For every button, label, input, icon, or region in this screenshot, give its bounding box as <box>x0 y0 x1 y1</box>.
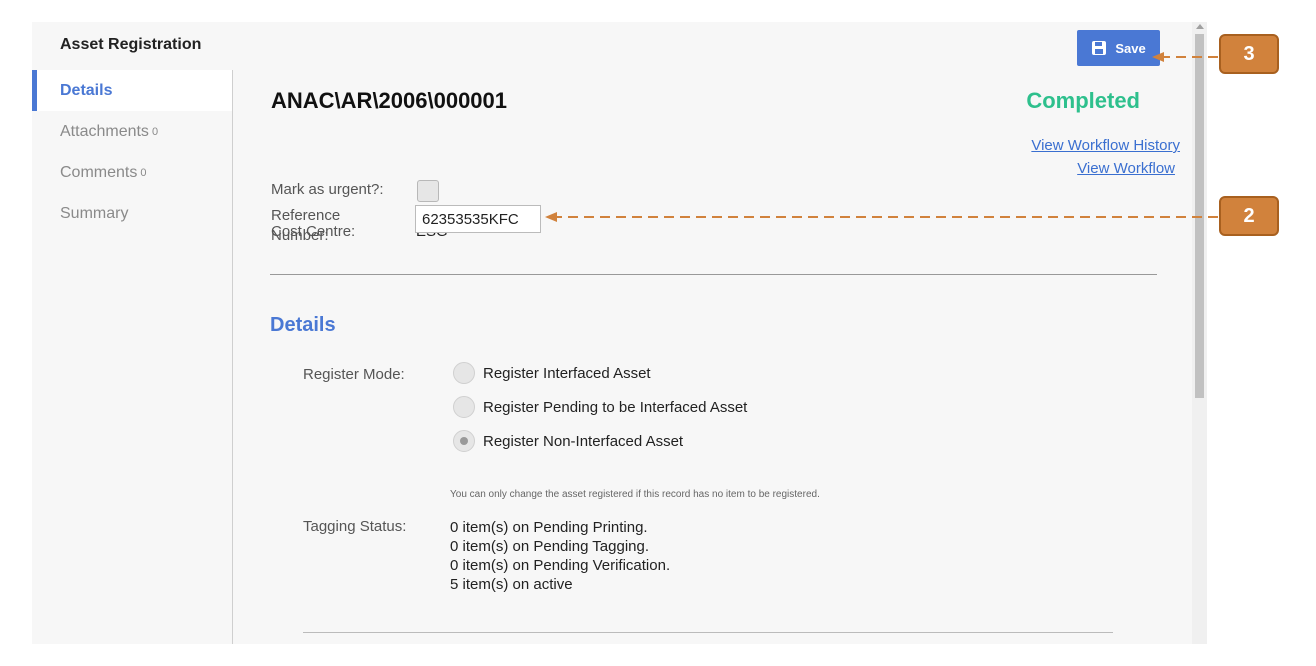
callout-badge-3: 3 <box>1219 34 1279 74</box>
annotation-arrows <box>545 52 1218 222</box>
callout-badge-2: 2 <box>1219 196 1279 236</box>
arrow-head-icon <box>545 212 557 222</box>
arrow-head-icon <box>1152 52 1164 62</box>
